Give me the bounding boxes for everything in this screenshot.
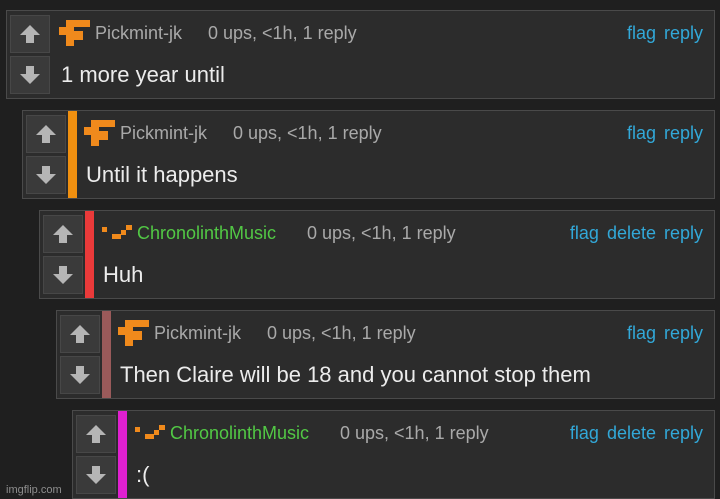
comment-meta: 0 ups, <1h, 1 reply <box>340 423 489 443</box>
comment-meta: 0 ups, <1h, 1 reply <box>307 223 456 243</box>
arrow-up-icon <box>20 25 40 43</box>
username[interactable]: Pickmint-jk <box>154 322 241 344</box>
arrow-down-icon <box>20 66 40 84</box>
arrow-up-icon <box>53 225 73 243</box>
username[interactable]: Pickmint-jk <box>120 122 207 144</box>
comment-actions: flag reply <box>619 122 703 144</box>
comment-text: Until it happens <box>86 162 238 187</box>
upvote-button[interactable] <box>76 415 116 453</box>
thread-bar <box>85 211 94 298</box>
comment-3: ChronolinthMusic 0 ups, <1h, 1 reply fla… <box>39 210 715 299</box>
downvote-button[interactable] <box>43 256 83 294</box>
flag-link[interactable]: flag <box>627 23 656 43</box>
thread-bar <box>68 111 77 198</box>
user-avatar[interactable] <box>132 418 167 448</box>
username[interactable]: ChronolinthMusic <box>170 422 309 444</box>
arrow-up-icon <box>86 425 106 443</box>
comment-meta: 0 ups, <1h, 1 reply <box>208 23 357 43</box>
flag-link[interactable]: flag <box>570 423 599 443</box>
comment-text: 1 more year until <box>61 62 225 87</box>
comment-actions: flag reply <box>619 22 703 44</box>
vote-column <box>40 211 85 298</box>
reply-link[interactable]: reply <box>664 123 703 143</box>
arrow-up-icon <box>36 125 56 143</box>
comment-actions: flag reply <box>619 322 703 344</box>
vote-column <box>57 311 102 398</box>
flag-link[interactable]: flag <box>627 323 656 343</box>
flag-link[interactable]: flag <box>570 223 599 243</box>
comment-text: :( <box>136 462 150 487</box>
comment-meta: 0 ups, <1h, 1 reply <box>267 323 416 343</box>
vote-column <box>23 111 68 198</box>
reply-link[interactable]: reply <box>664 23 703 43</box>
comment-1: Pickmint-jk 0 ups, <1h, 1 reply flag repl… <box>6 10 715 99</box>
arrow-down-icon <box>70 366 90 384</box>
vote-column <box>73 411 118 498</box>
comment-5: ChronolinthMusic 0 ups, <1h, 1 reply fla… <box>72 410 715 499</box>
reply-link[interactable]: reply <box>664 223 703 243</box>
user-avatar[interactable] <box>99 218 134 248</box>
delete-link[interactable]: delete <box>607 223 656 243</box>
comment-text: Then Claire will be 18 and you cannot st… <box>120 362 591 387</box>
downvote-button[interactable] <box>60 356 100 394</box>
arrow-up-icon <box>70 325 90 343</box>
username[interactable]: Pickmint-jk <box>95 22 182 44</box>
reply-link[interactable]: reply <box>664 423 703 443</box>
comment-text: Huh <box>103 262 144 287</box>
upvote-button[interactable] <box>60 315 100 353</box>
downvote-button[interactable] <box>76 456 116 494</box>
comment-2: Pickmint-jk 0 ups, <1h, 1 reply flag repl… <box>22 110 715 199</box>
imgflip-watermark: imgflip.com <box>6 484 62 496</box>
upvote-button[interactable] <box>26 115 66 153</box>
vote-column <box>7 11 52 98</box>
comment-meta: 0 ups, <1h, 1 reply <box>233 123 382 143</box>
flag-link[interactable]: flag <box>627 123 656 143</box>
orange-pixel-logo-icon <box>135 425 165 439</box>
username[interactable]: ChronolinthMusic <box>137 222 276 244</box>
reply-link[interactable]: reply <box>664 323 703 343</box>
comment-actions: flag delete reply <box>562 222 703 244</box>
upvote-button[interactable] <box>10 15 50 53</box>
thread-bar <box>102 311 111 398</box>
comment-actions: flag delete reply <box>562 422 703 444</box>
user-avatar[interactable] <box>82 118 117 148</box>
upvote-button[interactable] <box>43 215 83 253</box>
user-avatar[interactable] <box>116 318 151 348</box>
orange-pixel-logo-icon <box>59 20 90 46</box>
delete-link[interactable]: delete <box>607 423 656 443</box>
orange-pixel-logo-icon <box>118 320 149 346</box>
comment-4: Pickmint-jk 0 ups, <1h, 1 reply flag repl… <box>56 310 715 399</box>
user-avatar[interactable] <box>57 18 92 48</box>
arrow-down-icon <box>36 166 56 184</box>
downvote-button[interactable] <box>26 156 66 194</box>
orange-pixel-logo-icon <box>102 225 132 239</box>
arrow-down-icon <box>53 266 73 284</box>
thread-bar <box>118 411 127 498</box>
arrow-down-icon <box>86 466 106 484</box>
orange-pixel-logo-icon <box>84 120 115 146</box>
downvote-button[interactable] <box>10 56 50 94</box>
